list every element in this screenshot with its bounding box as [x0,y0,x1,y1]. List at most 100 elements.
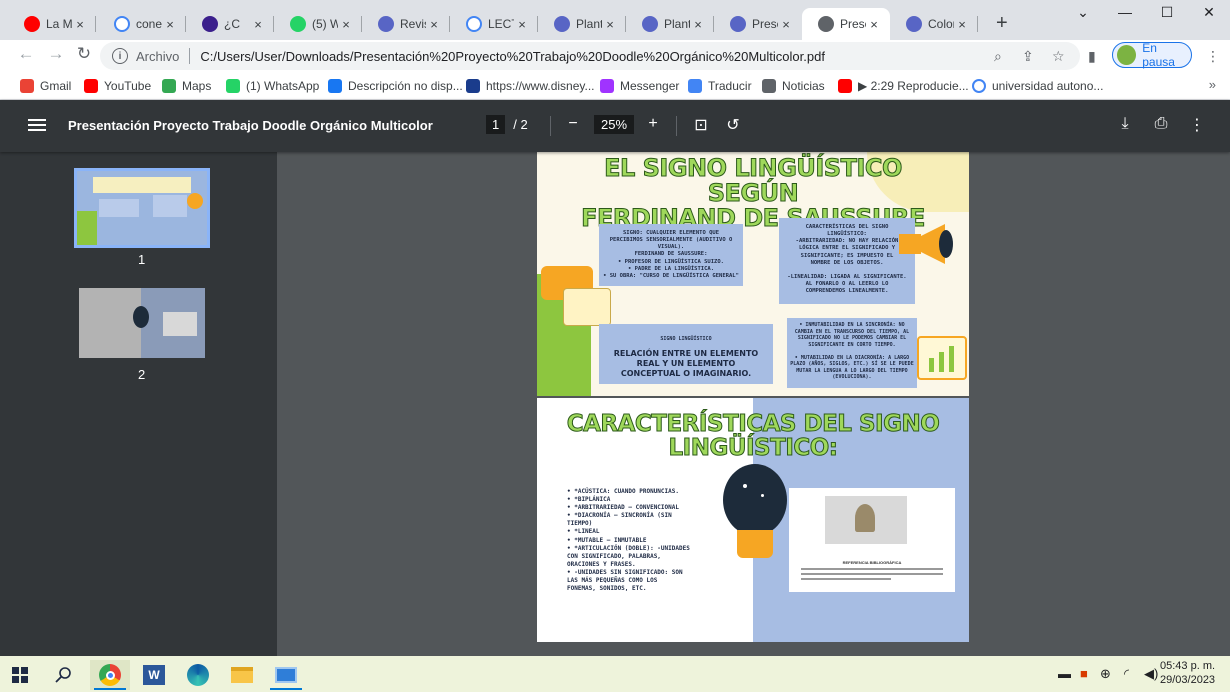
bookmark-11[interactable]: universidad autono... [972,77,1103,95]
side-panel-icon[interactable]: ▮ [1088,48,1096,65]
close-tab-icon[interactable]: × [338,17,354,32]
address-url[interactable]: C:/Users/User/Downloads/Presentación%20P… [200,49,825,64]
taskbar-app[interactable] [266,660,306,690]
share-icon[interactable]: ⇪ [1022,48,1034,65]
close-tab-icon[interactable]: × [690,17,706,32]
fit-page-icon[interactable]: ⊡ [690,115,712,135]
tray-antivirus-icon[interactable]: ■ [1080,666,1088,681]
menu-icon[interactable] [28,116,46,136]
profile-label: En pausa [1142,41,1175,69]
taskbar-edge[interactable] [178,660,218,690]
bookmark-7[interactable]: Messenger [600,77,679,95]
close-window-button[interactable]: ✕ [1194,4,1224,21]
bar-mark [929,358,934,372]
reload-icon[interactable]: ↻ [72,44,96,64]
tab-title: Plantil [664,17,690,31]
zoom-in-icon[interactable]: + [642,115,664,133]
bookmark-label: Maps [182,79,212,93]
megaphone-body [899,234,921,254]
volume-icon[interactable]: ◀) [1144,666,1158,682]
toolbar-divider [676,116,677,136]
tab-title: Revist [400,17,426,31]
close-tab-icon[interactable]: × [514,17,530,32]
tab-3[interactable]: ¿C × [186,8,274,40]
bookmark-9[interactable]: Noticias [762,77,825,95]
characteristics-box: CARACTERÍSTICAS DEL SIGNO LINGÜÍSTICO: -… [779,218,915,304]
tab-11[interactable]: Colori× [890,8,978,40]
taskbar-file-explorer[interactable] [222,660,262,690]
search-button[interactable] [44,660,84,690]
tab-7[interactable]: Plantil× [538,8,626,40]
tab-10[interactable]: Presen× [802,8,890,40]
zoom-search-icon[interactable]: ⌕ [994,48,1002,65]
tab-strip: La Mú×conec×¿C×(5) Wh×Revist×LECTU×Plant… [0,0,1230,40]
tree-image [855,504,875,532]
close-tab-icon[interactable]: × [162,17,178,32]
start-button[interactable] [0,660,40,690]
zoom-input[interactable]: 25% [594,115,635,134]
bookmark-3[interactable]: Maps [162,77,211,95]
more-menu-icon[interactable]: ⋮ [1206,48,1220,65]
bookmark-6[interactable]: https://www.disney... [466,77,595,95]
signo-linguistico-definition: RELACIÓN ENTRE UN ELEMENTO REAL Y UN ELE… [613,348,759,379]
close-tab-icon[interactable]: × [250,17,266,32]
tab-title: conec [136,17,162,31]
bookmark-2[interactable]: YouTube [84,77,151,95]
tab-1[interactable]: La Mú× [8,8,96,40]
tab-2[interactable]: conec× [98,8,186,40]
more-bookmarks-icon[interactable]: » [1209,77,1216,92]
globe-icon [818,16,834,32]
forward-icon[interactable]: → [44,44,68,64]
back-icon[interactable]: ← [14,44,38,64]
tab-4[interactable]: (5) Wh× [274,8,362,40]
bar-mark [939,352,944,372]
taskbar-chrome[interactable] [90,660,130,690]
bookmark-star-icon[interactable]: ☆ [1052,48,1065,65]
whatsapp-icon [290,16,306,32]
tab-title: Presen [752,17,778,31]
bookmark-1[interactable]: Gmail [20,77,71,95]
close-tab-icon[interactable]: × [954,17,970,32]
tray-device-icon[interactable]: ▬ [1058,666,1071,681]
bookmark-8[interactable]: Traducir [688,77,752,95]
new-tab-button[interactable]: + [996,12,1008,35]
bookmark-4[interactable]: (1) WhatsApp [226,77,319,95]
thumbnail-page-2[interactable] [79,288,205,358]
wifi-icon[interactable]: ◜ [1124,666,1129,682]
tray-network-adapter-icon[interactable]: ⊕ [1100,666,1111,682]
bookmark-5[interactable]: Descripción no disp... [328,77,463,95]
reference-text-line [801,573,943,575]
site-info-icon[interactable]: i [112,48,128,64]
page-number-input[interactable]: 1 [486,115,506,134]
bookmark-10[interactable]: ▶ 2:29 Reproducie... [838,77,969,95]
profile-button[interactable]: En pausa [1112,41,1192,69]
close-tab-icon[interactable]: × [72,17,88,32]
page-selector: 1 / 2 [486,115,528,134]
pdf-toolbar: Presentación Proyecto Trabajo Doodle Org… [0,100,1230,152]
system-clock[interactable]: 05:43 p. m. 29/03/2023 [1160,659,1215,687]
print-icon[interactable]: ⎙ [1150,115,1172,133]
taskbar-word[interactable]: W [134,660,174,690]
tab-search-icon[interactable]: ⌄ [1068,4,1098,21]
tab-5[interactable]: Revist× [362,8,450,40]
lightbulb-base [737,530,773,558]
close-tab-icon[interactable]: × [426,17,442,32]
more-options-icon[interactable]: ⋮ [1186,115,1208,135]
star-dot [761,494,764,497]
minimize-button[interactable]: — [1110,4,1140,20]
close-tab-icon[interactable]: × [602,17,618,32]
tab-9[interactable]: Presen× [714,8,802,40]
zoom-out-icon[interactable]: − [562,115,584,133]
download-icon[interactable]: ⤓ [1114,115,1136,133]
close-tab-icon[interactable]: × [778,17,794,32]
rotate-icon[interactable]: ↺ [722,115,744,135]
thumbnail-page-1[interactable] [74,168,210,248]
close-tab-icon[interactable]: × [866,17,882,32]
tab-8[interactable]: Plantil× [626,8,714,40]
tab-title: Presen [840,17,866,31]
bar-mark [949,346,954,372]
pdf-document-area[interactable]: EL SIGNO LINGÜÍSTICO SEGÚN FERDINAND DE … [277,152,1230,656]
address-bar[interactable]: i Archivo C:/Users/User/Downloads/Presen… [100,42,1080,70]
tab-6[interactable]: LECTU× [450,8,538,40]
maximize-button[interactable]: ☐ [1152,4,1182,21]
